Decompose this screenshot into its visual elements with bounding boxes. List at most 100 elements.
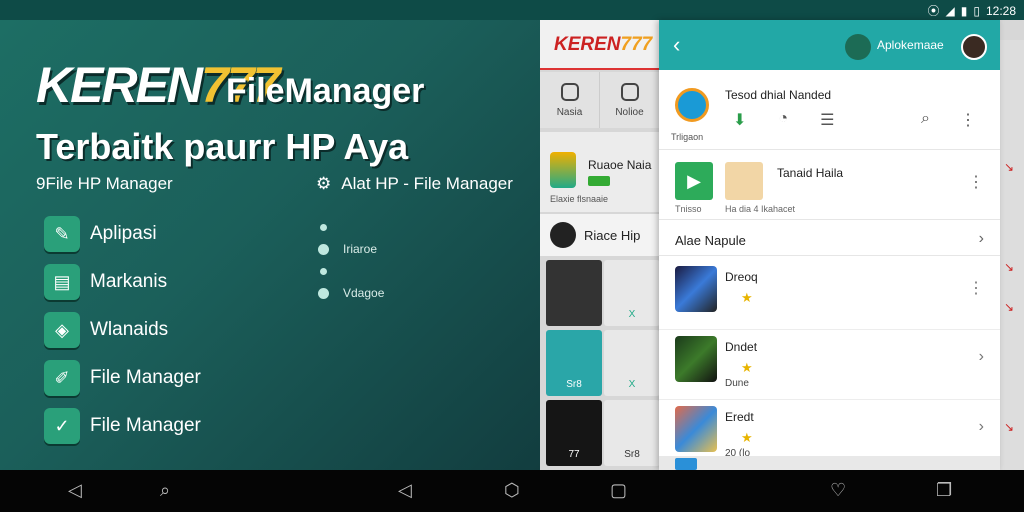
recents-icon[interactable]: ▢ [610,480,627,501]
menu-item-file-manager[interactable]: ✐ File Manager [44,354,201,402]
tab-icon [620,82,639,101]
bullet-icon [320,223,327,231]
list-item[interactable]: Vdagoe [318,282,384,304]
app-logo-icon [845,34,871,60]
menu-item-label: Wlanaids [90,319,169,340]
game-thumbnail [675,336,717,382]
menu-item-wlanaids[interactable]: ◈ Wlanaids [44,306,201,354]
background-app-promo[interactable]: Ruaoe Naia Elaxie flsnaaie [540,132,660,212]
back-arrow-icon[interactable]: ‹ [673,32,680,58]
more-icon[interactable]: ⋮ [968,278,984,298]
vibrate-icon: ⦿ [927,4,940,18]
tile-caption: Sr8 [566,379,582,390]
logo-number: 777 [620,34,653,55]
bullet-icon [318,243,329,255]
menu-item-aplipasi[interactable]: ✎ Aplipasi [44,210,201,258]
bullet-icon [318,287,329,299]
tab-icon [560,82,579,101]
grid-tile[interactable]: Sr8 [604,400,660,466]
card-caption: Ha dia 4 Ikahacet [725,204,796,214]
arrow-icon: ↘ [1004,160,1015,174]
speed-icon[interactable]: ◔ [778,110,788,130]
more-icon[interactable]: ⋮ [968,172,984,192]
background-app-tabs: Nasia Nolioe [540,72,660,128]
back-icon[interactable]: ◁ [68,480,82,501]
arrow-icon: ↘ [1004,300,1015,314]
brand-suffix: FileManager [226,72,425,110]
menu-item-markanis[interactable]: ▤ Markanis [44,258,201,306]
app-actions: ⬇ ◔ ☰ [733,110,834,130]
section-title: Alae Napule [675,233,746,248]
arrow-icon: ↘ [1004,260,1015,274]
user-name: Riace Hip [584,228,641,243]
search-icon[interactable]: ⌕ [921,110,930,130]
promo-figure-icon [550,152,576,188]
chevron-right-icon: › [978,348,984,365]
status-bar: ⦿ ◢ ▮ ▯ 12:28 [0,0,1024,20]
bottom-strip [659,456,1000,470]
home-icon[interactable]: ⬡ [504,480,520,501]
download-icon[interactable]: ⬇ [733,110,746,130]
grid-tile[interactable]: X [604,330,660,396]
star-icon: ★ [741,290,753,305]
chat-icon[interactable]: ☰ [820,110,834,130]
tools-heading-text: Alat HP - File Manager [341,174,513,193]
tab-label: Nasia [556,106,583,118]
status-icons: ⦿ ◢ ▮ ▯ 12:28 [928,2,1017,19]
game-title: Dreoq [725,270,758,284]
avatar[interactable] [961,34,987,60]
status-time: 12:28 [985,3,1016,18]
grid-tile[interactable]: X [604,260,660,326]
app-caption: Trligaon [671,132,704,142]
list-item[interactable]: Dndet ★ Dune › [659,330,1000,400]
more-icon[interactable]: ⋮ [960,110,976,130]
logo-text: KEREN [554,34,621,55]
grid-tile[interactable] [546,260,602,326]
featured-card[interactable]: ▶ Tanaid Haila Tnisso Ha dia 4 Ikahacet … [659,154,1000,220]
tab-nasia[interactable]: Nasia [540,72,600,128]
assistant-icon[interactable]: ♡ [830,480,846,501]
promo-subtitle: Elaxie flsnaaie [550,194,609,204]
list-item [318,260,384,282]
game-thumbnail [675,266,717,312]
file-manager-window: ‹ Aplokemaae Trligaon Tesod dhial Nanded… [659,20,1000,470]
card-thumbnail [725,162,763,200]
tools-list: Iriaroe Vdagoe [318,216,384,304]
star-icon: ★ [741,360,753,375]
folder-edit-icon: ✐ [44,360,80,396]
background-app-edge: ↘ ↘ ↘ ↘ [1000,40,1024,490]
game-subtitle: Dune [725,378,749,389]
chevron-right-icon: › [978,230,984,247]
tab-nolioe[interactable]: Nolioe [600,72,660,128]
background-app-header: KEREN777 [540,20,660,70]
list-item[interactable]: Dreoq ★ ⋮ [659,260,1000,330]
apps-icon: ✎ [44,216,80,252]
screen: ⦿ ◢ ▮ ▯ 12:28 KEREN777 FileManager Terba… [0,0,1024,512]
promo-badge [588,176,610,186]
app-right-actions: ⌕ ⋮ [921,110,976,130]
grid-tile[interactable]: Sr8 [546,330,602,396]
background-app-user[interactable]: Riace Hip [540,214,660,256]
card-caption: Tnisso [675,204,702,214]
game-title: Dndet [725,340,758,354]
tools-heading: ⚙ Alat HP - File Manager [316,174,513,194]
battery-icon: ▯ [973,3,980,18]
tools-icon: ⚙ [316,174,332,193]
back-icon[interactable]: ◁ [398,480,412,501]
grid-tile[interactable]: 77 [546,400,602,466]
menu-item-label: Markanis [90,271,168,292]
list-item[interactable]: Iriaroe [318,238,384,260]
mini-icon [675,458,697,470]
menu-item-file-manager-2[interactable]: ✓ File Manager [44,402,201,450]
section-header[interactable]: Alae Napule › [659,224,1000,256]
play-icon: ▶ [675,162,713,200]
background-app-logo: KEREN777 [554,34,652,56]
signal-icon: ▮ [960,3,968,18]
brand-text: KEREN [36,57,203,113]
search-icon[interactable]: ⌕ [160,480,170,501]
toolbar-title: Aplokemaae [877,38,944,52]
tool-label: Vdagoe [343,286,385,300]
tool-label: Iriaroe [343,242,378,256]
avatar [550,222,576,248]
overview-icon[interactable]: ❐ [936,480,952,501]
